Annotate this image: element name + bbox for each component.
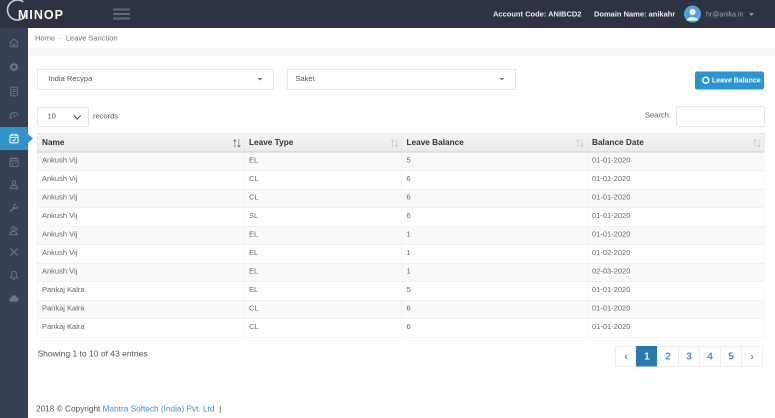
svg-text:MINOP: MINOP xyxy=(18,8,64,22)
